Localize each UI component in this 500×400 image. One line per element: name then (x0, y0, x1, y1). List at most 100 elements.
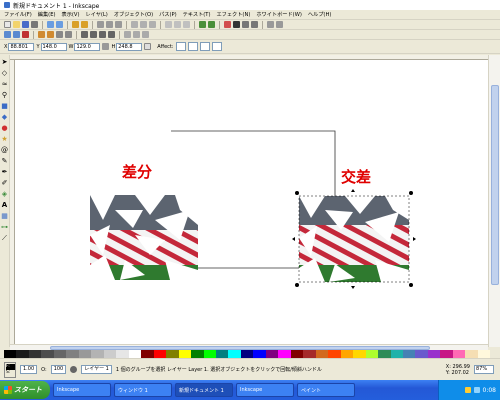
swatch-magenta[interactable] (278, 350, 291, 358)
taskbar-item[interactable]: ウィンドウ 1 (114, 383, 172, 397)
zoom-drawing-icon[interactable] (140, 21, 147, 28)
tray-icon[interactable] (464, 387, 471, 393)
spray-tool-icon[interactable]: ▦ (1, 212, 9, 220)
deselect-icon[interactable] (22, 31, 29, 38)
swatch-yellow[interactable] (178, 350, 192, 358)
affect-gradient-button[interactable] (199, 42, 210, 51)
pen-tool-icon[interactable]: ✒ (1, 168, 9, 176)
swatch-teal[interactable] (215, 350, 229, 358)
zoom-tool-icon[interactable]: ⚲ (1, 91, 9, 99)
menu-edit[interactable]: 編集(E) (38, 11, 56, 18)
swatch-gray-30[interactable] (41, 350, 54, 358)
swatch-orange[interactable] (340, 350, 354, 358)
swatch-wheat[interactable] (465, 350, 478, 358)
swatch-orange-red[interactable] (328, 350, 341, 358)
snap-bbox-icon[interactable] (142, 31, 149, 38)
swatch-violet-red[interactable] (440, 350, 453, 358)
difference-image[interactable] (90, 195, 198, 280)
connector-tool-icon[interactable]: ⊶ (1, 223, 9, 231)
start-button[interactable]: スタート (0, 381, 50, 399)
swatch-slate-blue[interactable] (415, 350, 428, 358)
swatch-gray-80[interactable] (103, 350, 117, 358)
save-icon[interactable] (22, 21, 29, 28)
xml-editor-icon[interactable] (242, 21, 249, 28)
undo-icon[interactable] (72, 21, 79, 28)
affect-corners-button[interactable] (187, 42, 198, 51)
vertical-scrollbar[interactable] (488, 55, 500, 347)
node-tool-icon[interactable]: ◇ (1, 69, 9, 77)
swatch-lime[interactable] (203, 350, 216, 358)
zoom-input[interactable]: 87% (474, 365, 494, 374)
calligraphy-tool-icon[interactable]: ✐ (1, 179, 9, 187)
lower-to-bottom-icon[interactable] (108, 31, 115, 38)
swatch-gray-70[interactable] (91, 350, 104, 358)
preferences-icon[interactable] (267, 21, 274, 28)
handle-top-middle[interactable] (351, 189, 355, 192)
fill-stroke-indicator[interactable]: F: S: (4, 361, 16, 378)
swatch-navy[interactable] (240, 350, 254, 358)
handle-top-left[interactable] (295, 191, 299, 195)
taskbar-item-active[interactable]: 新規ドキュメント 1 (175, 383, 233, 397)
flip-horizontal-icon[interactable] (56, 31, 63, 38)
taskbar-item[interactable]: Inkscape (53, 383, 111, 397)
swatch-gray-90[interactable] (116, 350, 129, 358)
menu-object[interactable]: オブジェクト(O) (114, 11, 153, 18)
group-icon[interactable] (199, 21, 206, 28)
align-distribute-icon[interactable] (251, 21, 258, 28)
star-tool-icon[interactable]: ★ (1, 135, 9, 143)
selector-tool-icon[interactable]: ➤ (1, 58, 9, 66)
swatch-cyan[interactable] (228, 350, 241, 358)
menu-effects[interactable]: エフェクト(N) (216, 11, 250, 18)
stroke-width-value[interactable]: 1.00 (20, 365, 38, 374)
layer-selector[interactable]: レイヤー 1 (81, 365, 112, 374)
lower-icon[interactable] (99, 31, 106, 38)
y-input[interactable]: 148.0 (40, 42, 67, 51)
duplicate-icon[interactable] (165, 21, 172, 28)
document-properties-icon[interactable] (276, 21, 283, 28)
units-dropdown-icon[interactable] (144, 43, 152, 50)
swatch-gray-40[interactable] (53, 350, 67, 358)
swatch-blue[interactable] (253, 350, 266, 358)
flip-vertical-icon[interactable] (65, 31, 72, 38)
swatch-black[interactable] (4, 350, 17, 358)
fill-stroke-icon[interactable] (224, 21, 231, 28)
title-bar[interactable]: 新規ドキュメント 1 - Inkscape (0, 0, 500, 10)
swatch-chocolate[interactable] (315, 350, 329, 358)
raise-icon[interactable] (90, 31, 97, 38)
spiral-tool-icon[interactable]: @ (1, 146, 9, 154)
menu-path[interactable]: パス(P) (159, 11, 177, 18)
rotate-ccw-icon[interactable] (38, 31, 45, 38)
swatch-green-yellow[interactable] (365, 350, 379, 358)
raise-to-top-icon[interactable] (81, 31, 88, 38)
zoom-selection-icon[interactable] (131, 21, 138, 28)
select-all-icon[interactable] (4, 31, 11, 38)
swatch-maroon[interactable] (141, 350, 154, 358)
menu-whiteboard[interactable]: ホワイトボード(W) (256, 11, 302, 18)
text-tool-icon[interactable]: A (1, 201, 9, 209)
swatch-gray-10[interactable] (16, 350, 29, 358)
handle-bottom-right[interactable] (409, 283, 413, 287)
clone-icon[interactable] (174, 21, 181, 28)
swatch-gray-50[interactable] (66, 350, 79, 358)
menu-layer[interactable]: レイヤ(L) (85, 11, 107, 18)
snap-nodes-icon[interactable] (133, 31, 140, 38)
drawing-canvas[interactable]: 差分 交差 (15, 60, 488, 347)
ellipse-tool-icon[interactable]: ● (1, 124, 9, 132)
text-font-icon[interactable] (233, 21, 240, 28)
swatch-cornsilk[interactable] (477, 350, 491, 358)
swatch-light-sea-green[interactable] (390, 350, 403, 358)
import-icon[interactable] (47, 21, 54, 28)
swatch-dark-orchid[interactable] (427, 350, 441, 358)
paste-icon[interactable] (115, 21, 122, 28)
redo-icon[interactable] (81, 21, 88, 28)
affect-stroke-button[interactable] (175, 42, 186, 51)
new-document-icon[interactable] (4, 21, 11, 28)
w-input[interactable]: 129.0 (74, 42, 101, 51)
unlink-clone-icon[interactable] (183, 21, 190, 28)
dropper-tool-icon[interactable]: ⟋ (1, 234, 9, 242)
snap-toggle-icon[interactable] (124, 31, 131, 38)
swatch-hot-pink[interactable] (452, 350, 466, 358)
volume-icon[interactable] (473, 387, 480, 393)
intersection-image[interactable] (299, 196, 409, 282)
copy-icon[interactable] (97, 21, 104, 28)
